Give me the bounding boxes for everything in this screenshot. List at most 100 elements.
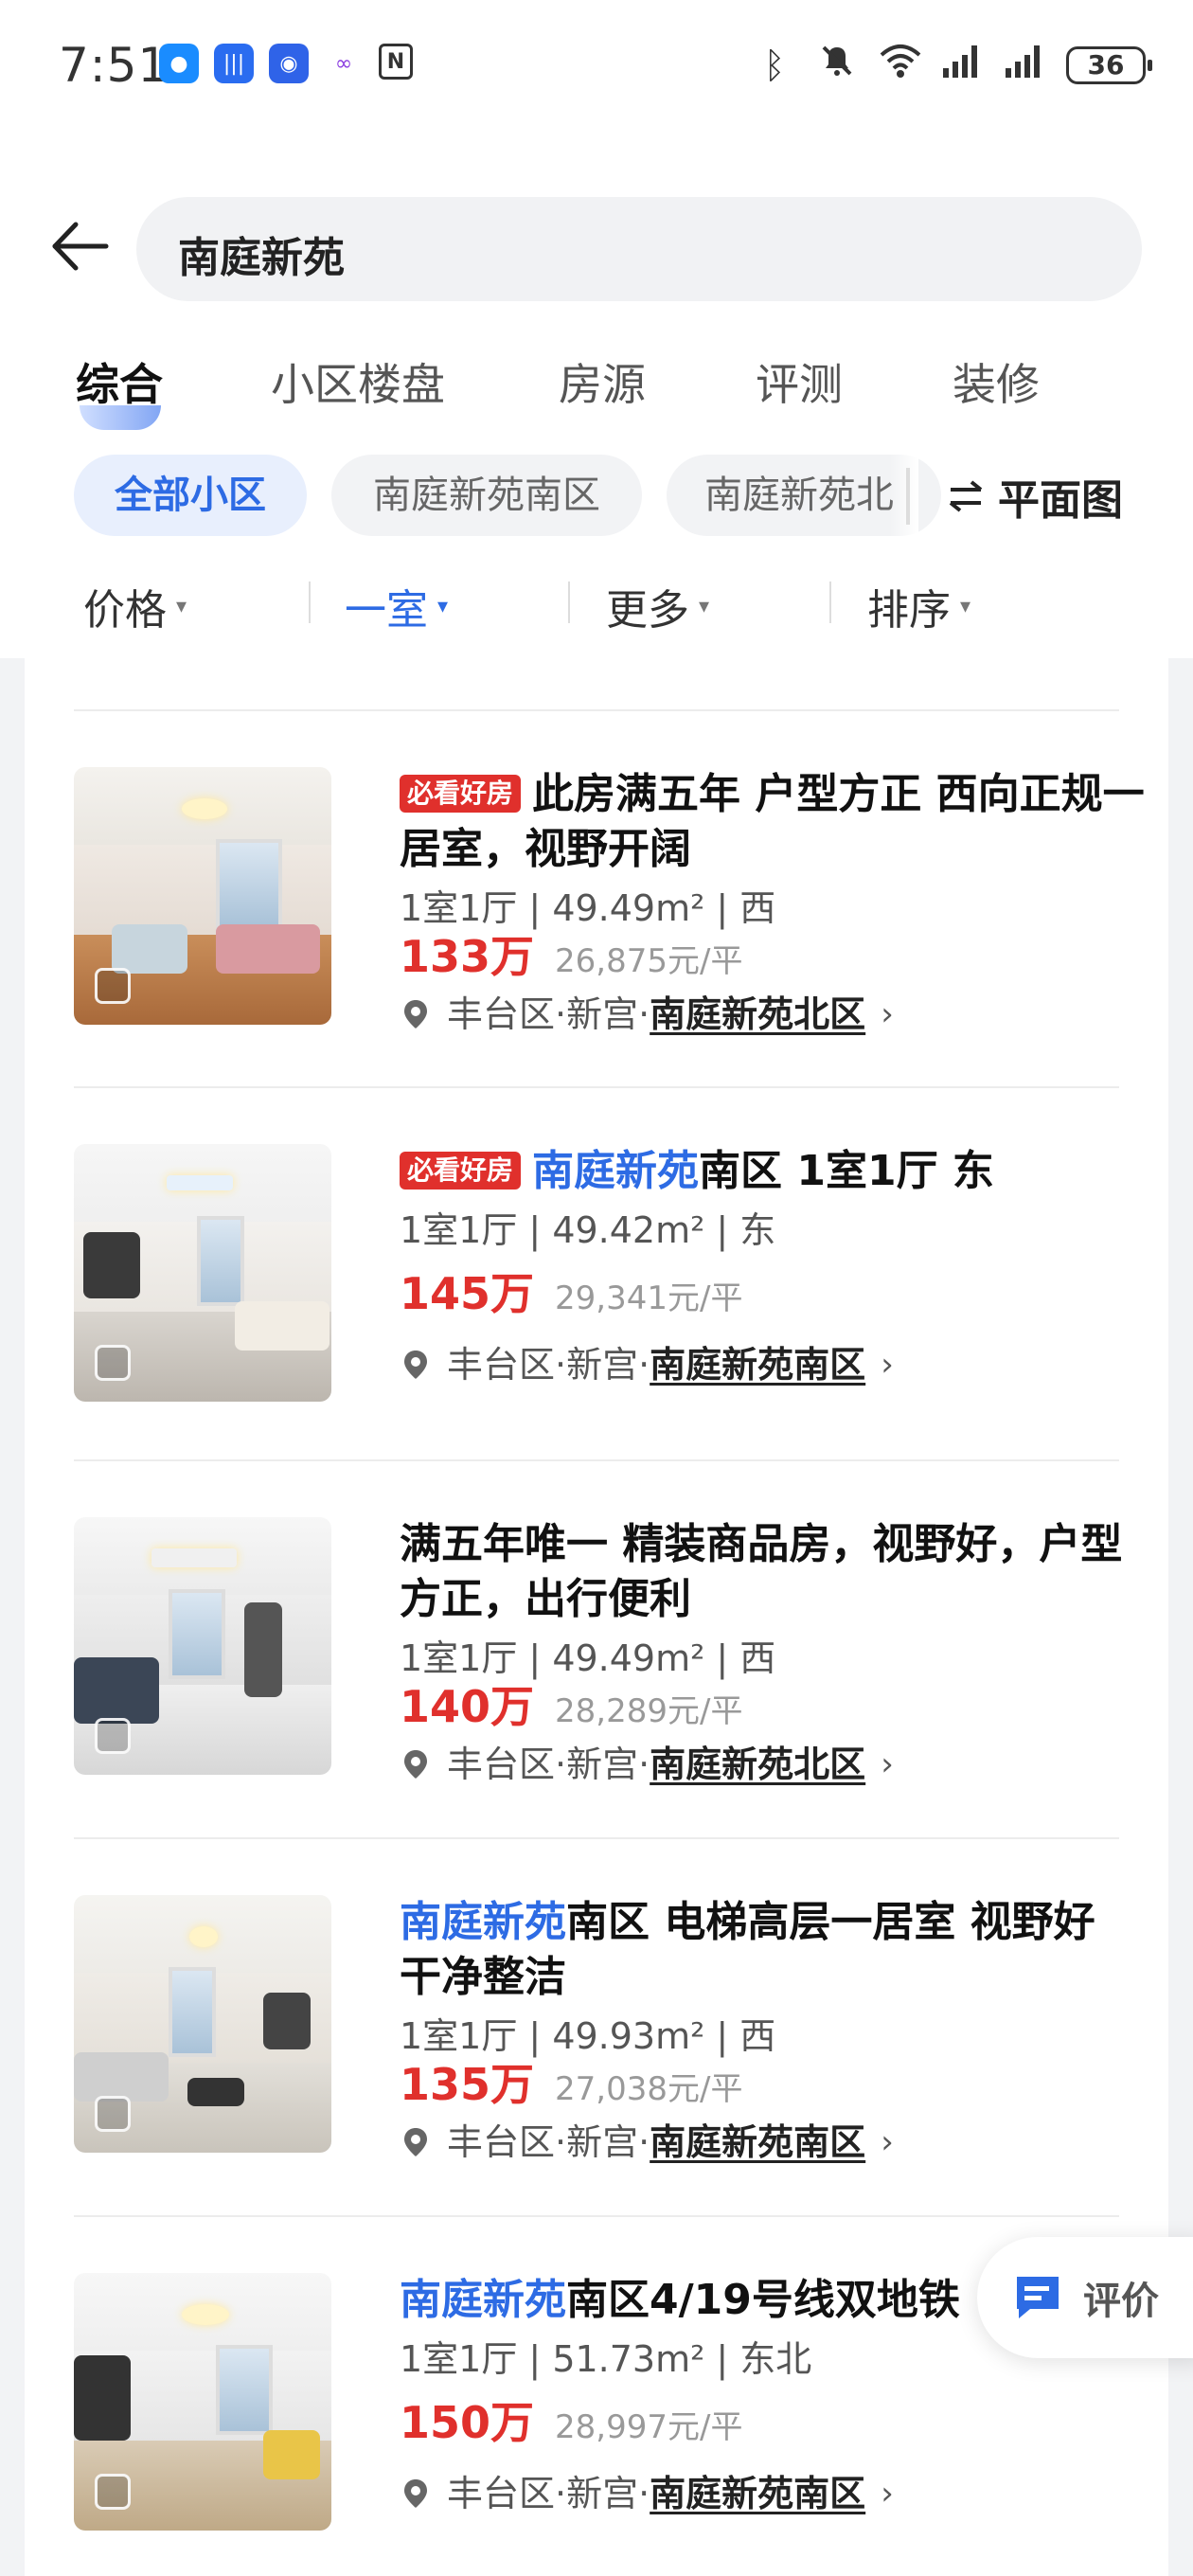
listing-title: 必看好房 此房满五年 户型方正 西向正规一居室，视野开阔 [400, 767, 1148, 877]
vr-icon [95, 2474, 131, 2510]
filter-price[interactable]: 价格 ▾ [83, 576, 187, 636]
voice-app-icon: ||| [214, 44, 254, 83]
swap-icon [949, 480, 983, 512]
chevron-right-icon: › [881, 2123, 894, 2161]
total-price: 145万 [400, 1268, 535, 1319]
listing-specs: 1室1厅 | 49.49m² | 西 [400, 887, 776, 929]
tab-communities[interactable]: 小区楼盘 [271, 350, 445, 413]
unit-price: 28,289元/平 [555, 1692, 743, 1730]
signal-icon-2 [1004, 42, 1045, 88]
filter-room-label: 一室 [345, 586, 428, 635]
listing-title-text: 南区4/19号线双地铁 [566, 2276, 960, 2324]
listing-location: 丰台区·新宫·南庭新苑南区 › [400, 1338, 1148, 1391]
floorplan-label: 平面图 [998, 476, 1123, 525]
search-input[interactable]: 南庭新苑 [136, 197, 1142, 301]
back-arrow-icon[interactable] [47, 213, 114, 279]
price-row: 150万 28,997元/平 [400, 2396, 1148, 2454]
total-price: 150万 [400, 2397, 535, 2448]
tab-reviews[interactable]: 评测 [756, 350, 843, 413]
listing-title-text: 南区 1室1厅 东 [699, 1147, 994, 1195]
total-price: 133万 [400, 931, 535, 982]
location-pin-icon [404, 1351, 427, 1379]
list-divider [74, 709, 1119, 711]
review-button[interactable]: 评价 [977, 2237, 1193, 2358]
community-link[interactable]: 南庭新苑南区 [650, 1344, 865, 1386]
location-pin-icon [404, 1750, 427, 1779]
category-tabs: 综合 小区楼盘 房源 评测 装修 [0, 341, 1193, 430]
filter-bar: 价格 ▾ 一室 ▾ 更多 ▾ 排序 ▾ [0, 568, 1193, 635]
chevron-right-icon: › [881, 2475, 894, 2513]
district-text: 丰台区·新宫· [447, 2121, 650, 2163]
listing-specs: 1室1厅 | 49.42m² | 东 [400, 1209, 776, 1251]
total-price: 140万 [400, 1681, 535, 1732]
filter-room[interactable]: 一室 ▾ [345, 576, 448, 636]
message-app-icon: ● [159, 44, 199, 83]
listing-title: 满五年唯一 精装商品房，视野好，户型方正，出行便利 [400, 1517, 1148, 1627]
tab-comprehensive[interactable]: 综合 [76, 350, 163, 413]
shield-app-icon: ◉ [269, 44, 309, 83]
listing-info: 必看好房 此房满五年 户型方正 西向正规一居室，视野开阔 1室1厅 | 49.49… [400, 767, 1148, 1041]
listing-location: 丰台区·新宫·南庭新苑北区 › [400, 1738, 1148, 1791]
chevron-down-icon: ▾ [960, 594, 971, 618]
tab-listings[interactable]: 房源 [559, 350, 646, 413]
listing-specs: 1室1厅 | 49.49m² | 西 [400, 1637, 776, 1679]
community-link[interactable]: 南庭新苑北区 [650, 1744, 865, 1785]
listing-location: 丰台区·新宫·南庭新苑北区 › [400, 988, 1148, 1041]
floorplan-button[interactable]: 平面图 [947, 466, 1123, 527]
list-divider [74, 2215, 1119, 2217]
listing-info: 满五年唯一 精装商品房，视野好，户型方正，出行便利 1室1厅 | 49.49m²… [400, 1517, 1148, 1791]
signal-icon-1 [941, 42, 983, 88]
listing-photo [74, 2273, 331, 2531]
title-highlight: 南庭新苑 [400, 2276, 566, 2324]
chevron-down-icon: ▾ [176, 594, 187, 618]
unit-price: 26,875元/平 [555, 942, 743, 980]
unit-price: 27,038元/平 [555, 2070, 743, 2108]
header-panel: 7:51 ● ||| ◉ ∞ N ᛒ 36 南庭新苑 综合 小区楼盘 房源 评测… [0, 0, 1193, 658]
listing-title: 南庭新苑南区 电梯高层一居室 视野好 干净整洁 [400, 1895, 1148, 2005]
chip-south-district[interactable]: 南庭新苑南区 [331, 455, 642, 536]
listing-photo [74, 767, 331, 1025]
infinity-app-icon: ∞ [334, 51, 353, 76]
listing-info: 必看好房 南庭新苑南区 1室1厅 东 1室1厅 | 49.42m² | 东 145… [400, 1144, 1148, 1391]
district-text: 丰台区·新宫· [447, 1344, 650, 1386]
tab-decoration[interactable]: 装修 [953, 350, 1040, 413]
location-pin-icon [404, 1000, 427, 1029]
listing-specs: 1室1厅 | 49.93m² | 西 [400, 2015, 776, 2057]
list-divider [74, 1086, 1119, 1088]
unit-price: 29,341元/平 [555, 1279, 743, 1317]
filter-sort[interactable]: 排序 ▾ [867, 576, 970, 636]
status-bar: 7:51 ● ||| ◉ ∞ N ᛒ 36 [0, 0, 1193, 142]
listing-photo [74, 1895, 331, 2153]
list-divider [74, 1837, 1119, 1839]
listing-location: 丰台区·新宫·南庭新苑南区 › [400, 2467, 1148, 2520]
must-see-tag: 必看好房 [400, 775, 522, 813]
community-link[interactable]: 南庭新苑南区 [650, 2121, 865, 2163]
status-time: 7:51 [59, 38, 169, 93]
price-row: 133万 26,875元/平 [400, 930, 1148, 988]
must-see-tag: 必看好房 [400, 1152, 522, 1190]
filter-more[interactable]: 更多 ▾ [606, 576, 709, 636]
district-text: 丰台区·新宫· [447, 2473, 650, 2514]
system-status: ᛒ 36 [754, 42, 1152, 88]
chevron-down-icon: ▾ [699, 594, 710, 618]
price-row: 145万 29,341元/平 [400, 1267, 1148, 1325]
filter-more-label: 更多 [606, 586, 689, 635]
filter-divider [829, 581, 831, 623]
vr-icon [95, 968, 131, 1004]
vr-icon [95, 2096, 131, 2132]
comment-icon [1017, 2277, 1059, 2318]
unit-price: 28,997元/平 [555, 2408, 743, 2446]
filter-price-label: 价格 [83, 586, 167, 635]
chevron-right-icon: › [881, 995, 894, 1033]
community-link[interactable]: 南庭新苑北区 [650, 993, 865, 1035]
community-link[interactable]: 南庭新苑南区 [650, 2473, 865, 2514]
location-pin-icon [404, 2128, 427, 2156]
chevron-right-icon: › [881, 1346, 894, 1384]
community-chips: 全部小区 南庭新苑南区 南庭新苑北 平面图 [0, 453, 1193, 540]
nfc-icon: N [379, 44, 413, 80]
mute-icon [816, 42, 858, 88]
district-text: 丰台区·新宫· [447, 1744, 650, 1785]
chip-all-communities[interactable]: 全部小区 [74, 455, 307, 536]
listing-info: 南庭新苑南区 电梯高层一居室 视野好 干净整洁 1室1厅 | 49.93m² |… [400, 1895, 1148, 2169]
price-row: 135万 27,038元/平 [400, 2058, 1148, 2116]
